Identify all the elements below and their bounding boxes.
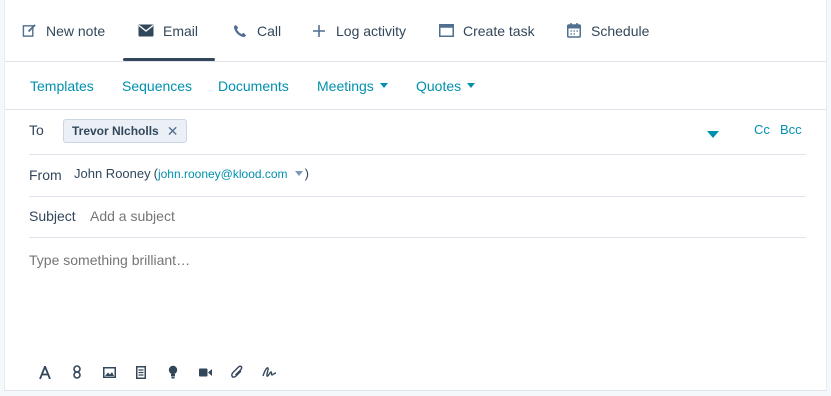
recipient-dropdown-icon[interactable]	[707, 126, 719, 144]
window-icon	[438, 23, 454, 39]
quotes-dropdown[interactable]: Quotes	[416, 62, 476, 109]
tab-label: Email	[163, 22, 199, 39]
from-selector[interactable]: John Rooney ( john.rooney@klood.com )	[74, 166, 309, 181]
tab-new-note[interactable]: New note	[21, 0, 105, 61]
text-format-icon[interactable]	[29, 358, 61, 386]
formatting-toolbar	[29, 358, 285, 386]
meetings-label: Meetings	[317, 77, 374, 94]
tab-label: Call	[257, 22, 282, 39]
divider	[29, 237, 806, 238]
sender-email: john.rooney@klood.com	[157, 166, 288, 181]
edit-icon	[21, 23, 37, 39]
document-icon[interactable]	[125, 358, 157, 386]
meetings-dropdown[interactable]: Meetings	[317, 62, 388, 109]
tab-label: Schedule	[591, 22, 650, 39]
tab-create-task[interactable]: Create task	[438, 0, 535, 61]
subject-label: Subject	[29, 208, 76, 224]
phone-icon	[232, 23, 248, 39]
envelope-icon	[138, 23, 154, 39]
from-label: From	[29, 167, 62, 183]
chevron-down-icon	[379, 83, 388, 88]
recipient-name: Trevor NIcholls	[72, 124, 159, 138]
email-body-input[interactable]	[27, 252, 806, 342]
tab-label: Log activity	[336, 22, 407, 39]
chevron-down-icon	[294, 171, 303, 176]
lightbulb-icon[interactable]	[157, 358, 189, 386]
activity-tabs: New note Email Call Log activity Create …	[5, 0, 826, 62]
image-icon[interactable]	[93, 358, 125, 386]
tab-label: Create task	[463, 22, 535, 39]
link-icon[interactable]	[61, 358, 93, 386]
divider	[29, 196, 806, 197]
tab-schedule[interactable]: Schedule	[566, 0, 649, 61]
tab-email[interactable]: Email	[138, 0, 198, 61]
cc-button[interactable]: Cc	[754, 122, 770, 137]
remove-recipient-icon[interactable]: ✕	[167, 123, 179, 140]
paren-close: )	[304, 166, 309, 181]
sequences-link[interactable]: Sequences	[122, 62, 192, 109]
tab-label: New note	[46, 22, 106, 39]
plus-icon	[311, 23, 327, 39]
active-tab-indicator	[123, 58, 215, 61]
tab-call[interactable]: Call	[232, 0, 281, 61]
sender-name: John Rooney	[74, 166, 151, 181]
divider	[29, 154, 806, 155]
documents-link[interactable]: Documents	[218, 62, 289, 109]
recipient-chip: Trevor NIcholls ✕	[63, 119, 188, 143]
signature-icon[interactable]	[253, 358, 285, 386]
email-tools-nav: Templates Sequences Documents Meetings Q…	[5, 62, 826, 110]
attachment-icon[interactable]	[221, 358, 253, 386]
calendar-icon	[566, 23, 582, 39]
to-label: To	[29, 122, 44, 138]
subject-input[interactable]	[87, 204, 793, 228]
chevron-down-icon	[467, 83, 476, 88]
quotes-label: Quotes	[416, 77, 462, 94]
video-icon[interactable]	[189, 358, 221, 386]
bcc-button[interactable]: Bcc	[780, 122, 802, 137]
email-composer: New note Email Call Log activity Create …	[4, 0, 827, 391]
templates-link[interactable]: Templates	[30, 62, 94, 109]
tab-log-activity[interactable]: Log activity	[311, 0, 406, 61]
